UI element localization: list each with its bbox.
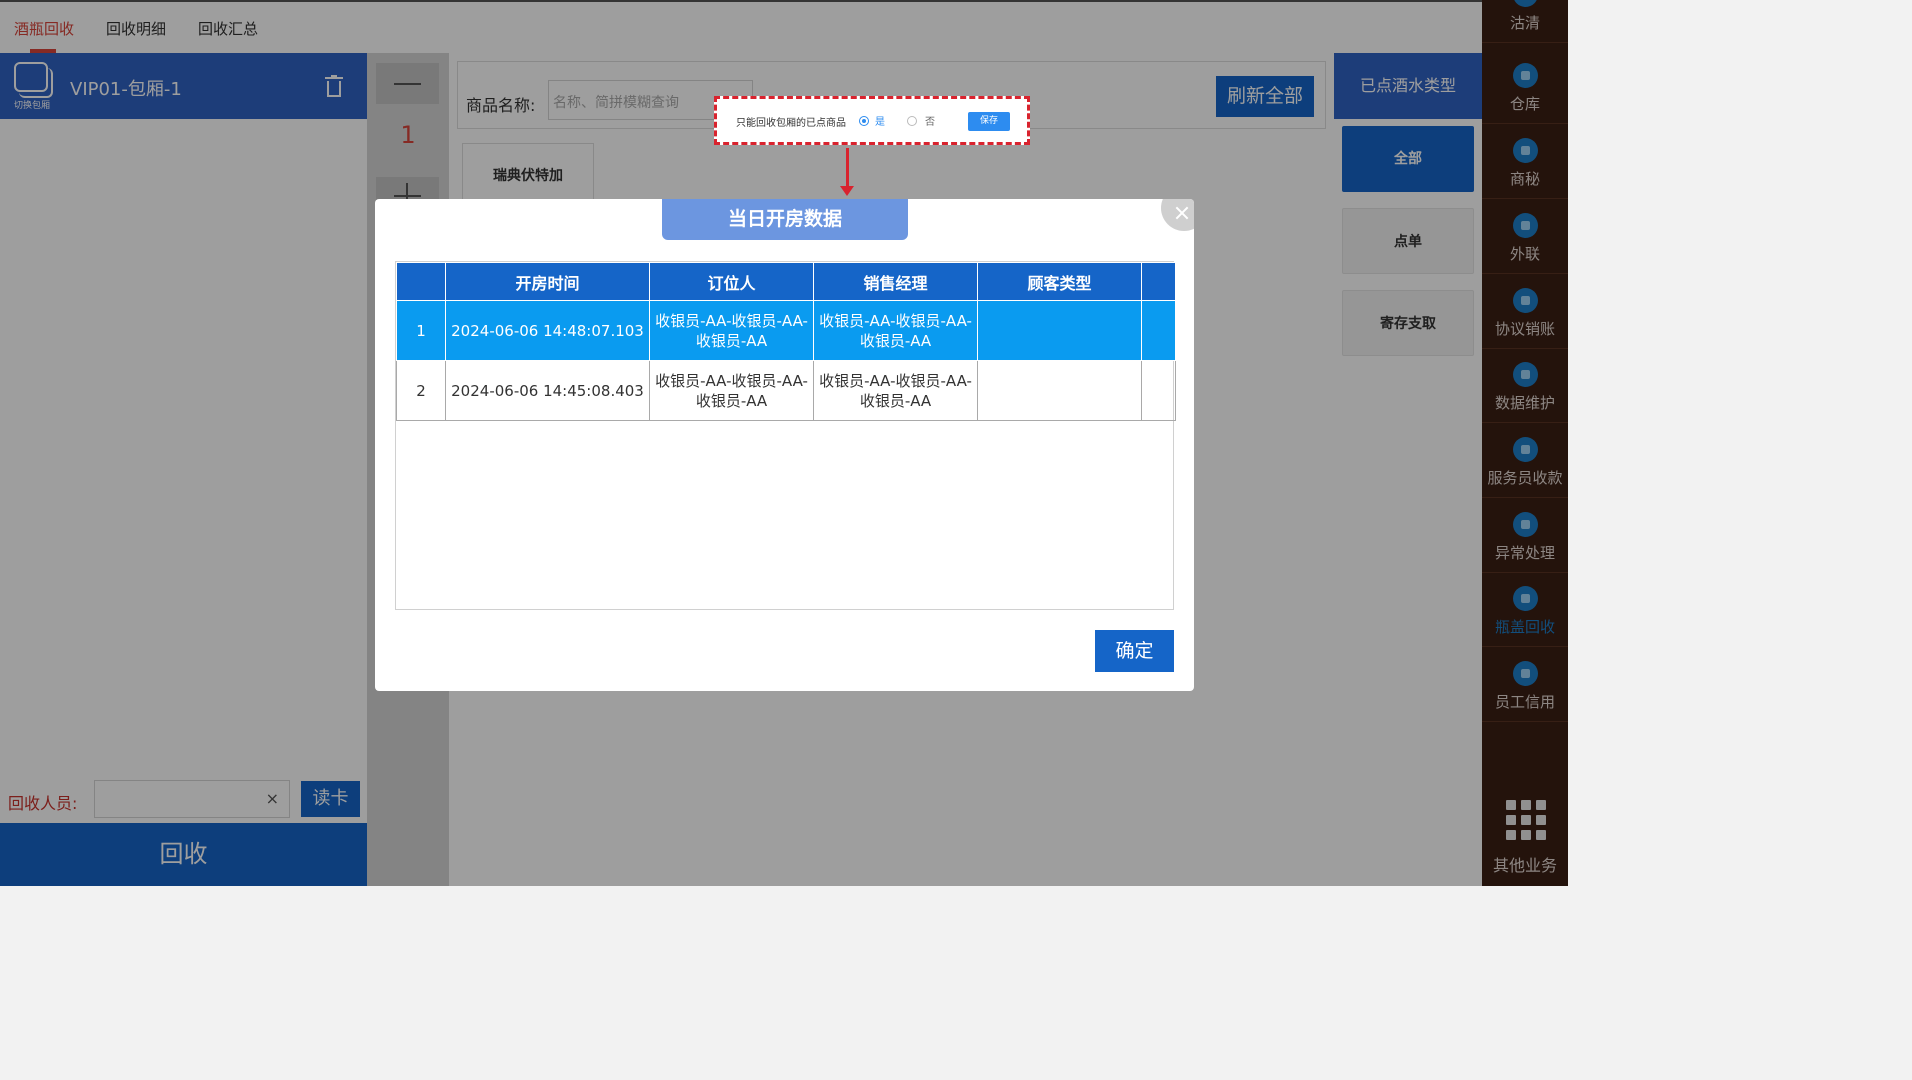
row-booker: 收银员-AA-收银员-AA-收银员-AA <box>649 300 814 361</box>
table-row[interactable]: 2 2024-06-06 14:45:08.403 收银员-AA-收银员-AA-… <box>396 360 1176 421</box>
row-customer-type <box>977 360 1142 421</box>
room-data-table: 开房时间 订位人 销售经理 顾客类型 1 2024-06-06 14:48:07… <box>395 261 1176 610</box>
row-index: 2 <box>396 360 446 421</box>
confirm-button[interactable]: 确定 <box>1095 630 1174 672</box>
row-booker: 收银员-AA-收银员-AA-收银员-AA <box>649 360 814 421</box>
column-header-index <box>396 262 446 301</box>
option-text: 只能回收包厢的已点商品 <box>736 118 846 129</box>
table-row[interactable]: 1 2024-06-06 14:48:07.103 收银员-AA-收银员-AA-… <box>396 300 1176 361</box>
close-icon[interactable] <box>1161 199 1194 231</box>
radio-no[interactable] <box>907 116 917 126</box>
row-manager: 收银员-AA-收银员-AA-收银员-AA <box>813 300 978 361</box>
room-data-dialog: 当日开房数据 开房时间 订位人 销售经理 顾客类型 1 2024-06-06 1… <box>375 199 1194 691</box>
column-header-booker: 订位人 <box>649 262 814 301</box>
row-time: 2024-06-06 14:45:08.403 <box>445 360 650 421</box>
radio-yes-label: 是 <box>875 117 885 128</box>
row-index: 1 <box>396 300 446 361</box>
annotation-arrow <box>846 148 849 188</box>
annotation-arrow-head <box>840 186 854 196</box>
radio-no-label: 否 <box>925 117 935 128</box>
table-header-row: 开房时间 订位人 销售经理 顾客类型 <box>396 262 1176 301</box>
option-save-button[interactable]: 保存 <box>968 112 1010 131</box>
radio-yes[interactable] <box>859 116 869 126</box>
row-time: 2024-06-06 14:48:07.103 <box>445 300 650 361</box>
option-annotation: 只能回收包厢的已点商品 是 否 保存 <box>714 96 1030 145</box>
row-customer-type <box>977 300 1142 361</box>
column-header-time: 开房时间 <box>445 262 650 301</box>
column-header-customer-type: 顾客类型 <box>977 262 1142 301</box>
column-header-manager: 销售经理 <box>813 262 978 301</box>
column-header-extra <box>1141 262 1176 301</box>
dialog-title: 当日开房数据 <box>662 199 908 240</box>
row-manager: 收银员-AA-收银员-AA-收银员-AA <box>813 360 978 421</box>
